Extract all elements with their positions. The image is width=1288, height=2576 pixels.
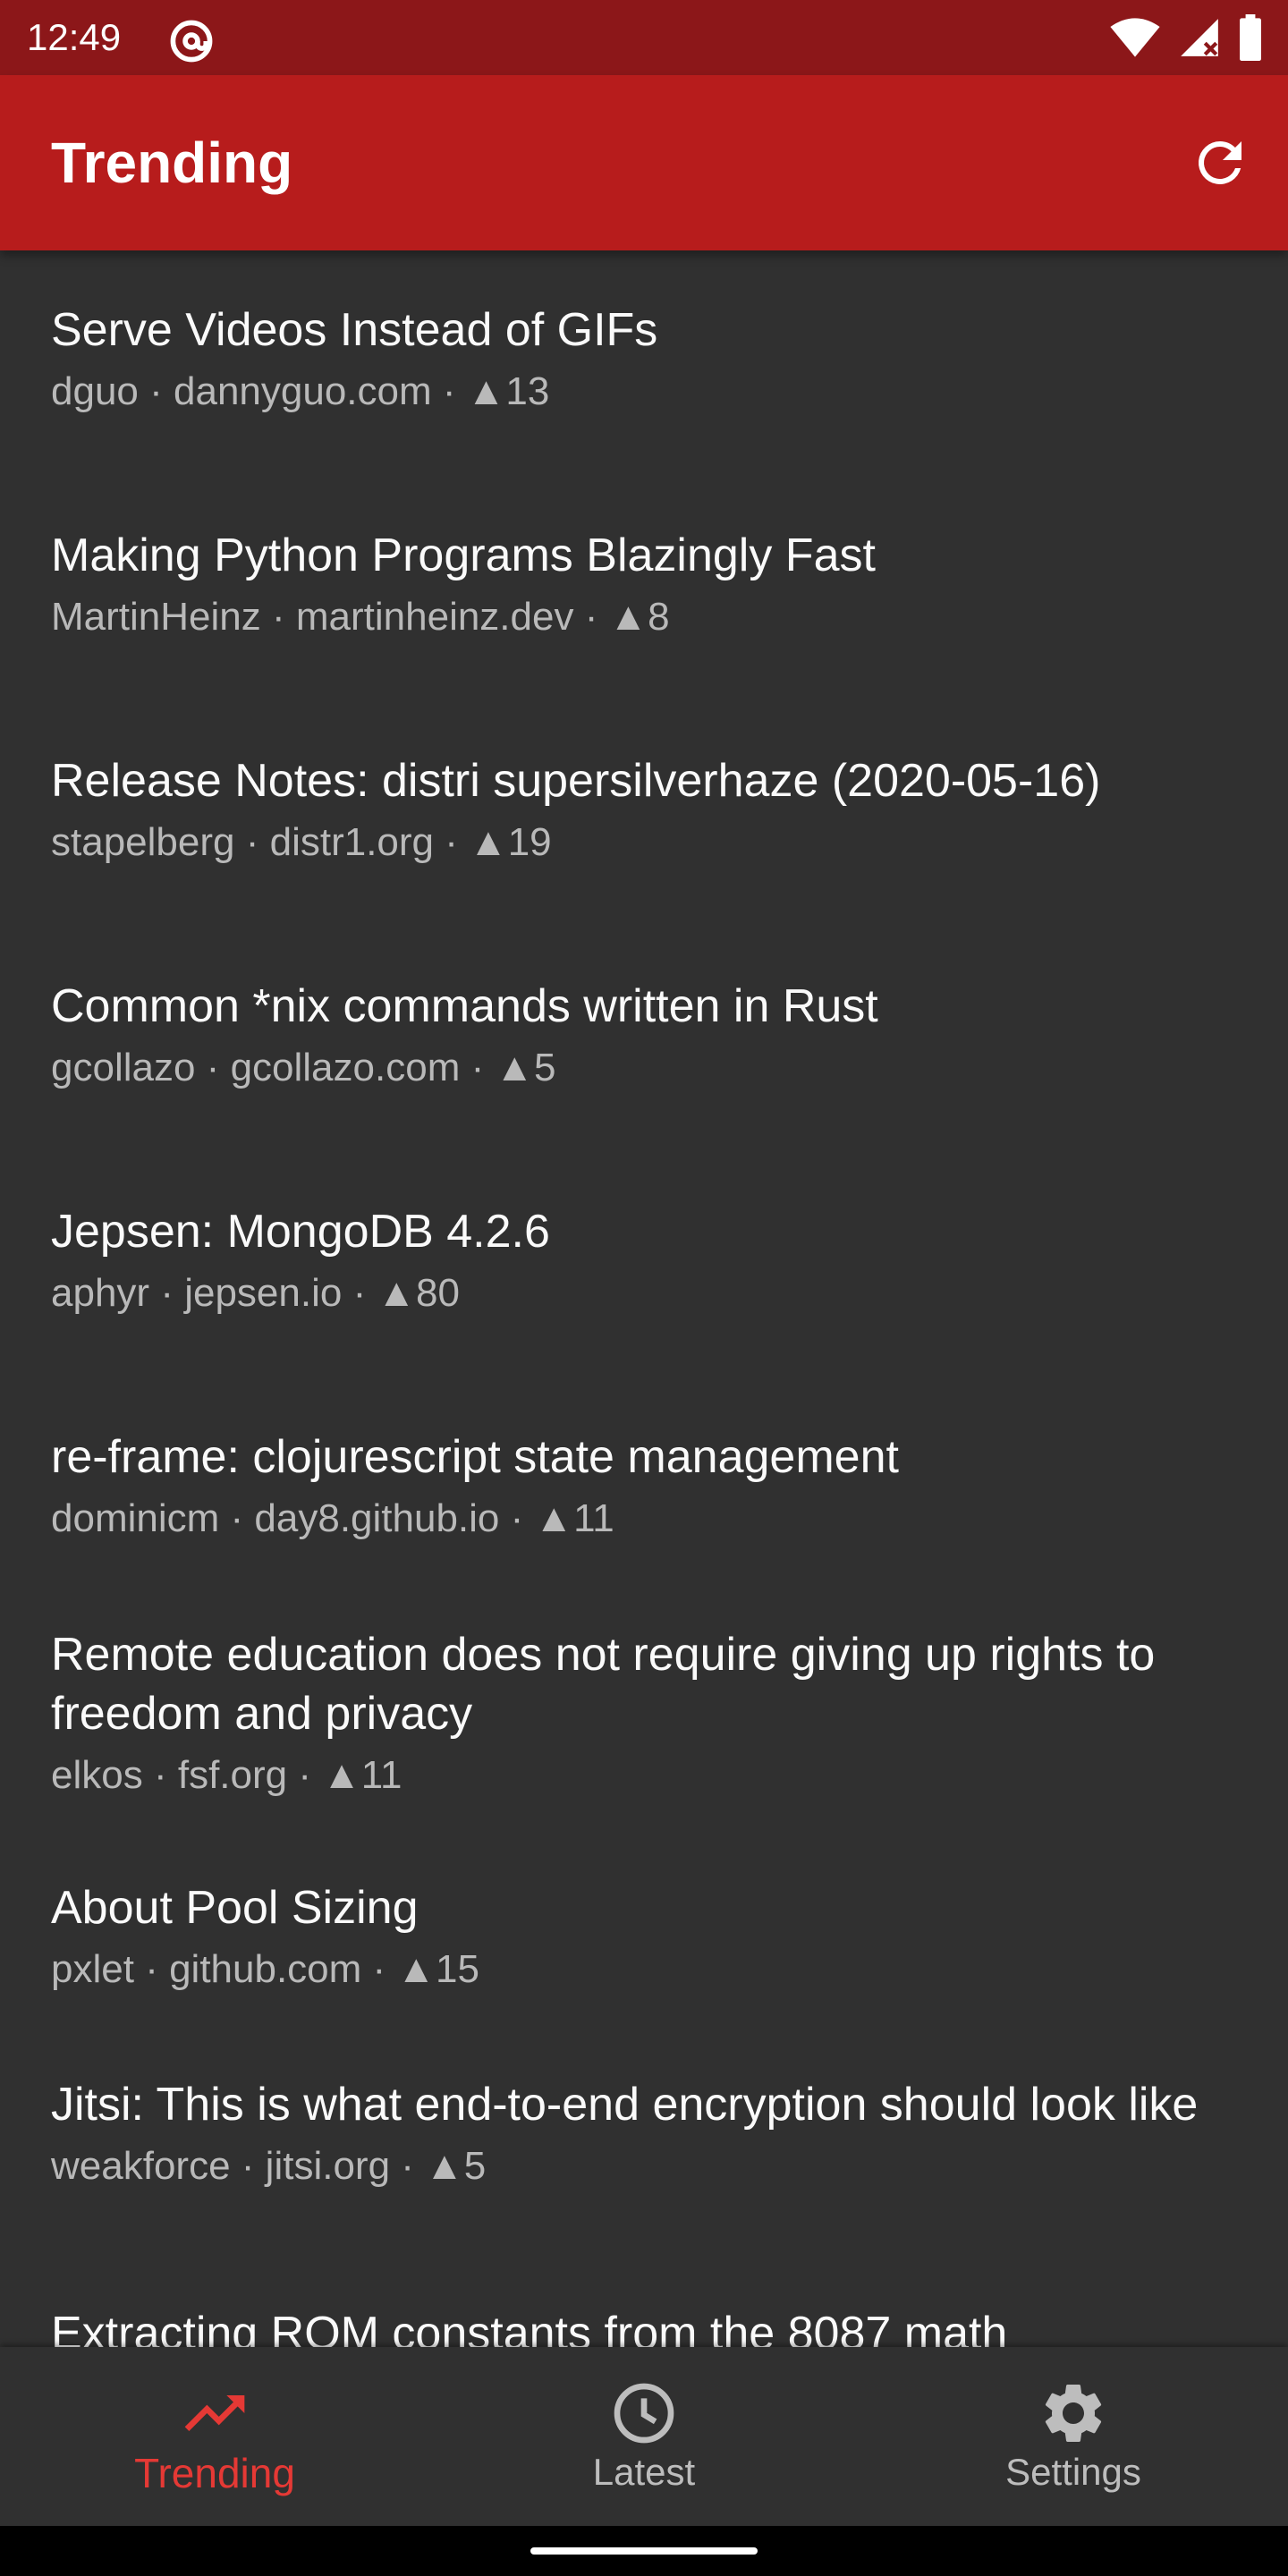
story-meta: pxlet · github.com · ▲15 [51, 1943, 1241, 1996]
bottom-navigation: Trending Latest Settings [0, 2347, 1288, 2526]
story-score: ▲80 [377, 1271, 460, 1315]
tab-latest[interactable]: Latest [429, 2347, 859, 2526]
story-meta: weakforce · jitsi.org · ▲5 [51, 2140, 1241, 2193]
story-title: Jepsen: MongoDB 4.2.6 [51, 1206, 550, 1258]
story-author: gcollazo [51, 1046, 196, 1089]
refresh-icon[interactable] [1188, 131, 1252, 195]
separator: · [153, 1753, 167, 1797]
trending-up-icon [184, 2395, 245, 2431]
list-item[interactable]: Common *nix commands written in Rust gco… [51, 977, 1241, 1095]
at-sign-icon [170, 20, 213, 63]
separator: · [145, 1947, 158, 1991]
story-meta: MartinHeinz · martinheinz.dev · ▲8 [51, 590, 1241, 644]
list-item[interactable]: Extracting ROM constants from the 8087 m… [51, 2304, 1241, 2347]
tab-label: Settings [1005, 2451, 1141, 2493]
signal-icon [1181, 19, 1218, 56]
story-title: Jitsi: This is what end-to-end encryptio… [51, 2079, 1199, 2131]
story-domain: gcollazo.com [230, 1046, 461, 1089]
separator: · [352, 1271, 367, 1315]
story-author: stapelberg [51, 820, 235, 864]
story-domain: fsf.org [177, 1753, 288, 1797]
story-author: weakforce [51, 2144, 231, 2188]
story-title: Extracting ROM constants from the 8087 m… [51, 2308, 1008, 2347]
story-meta: dominicm · day8.github.io · ▲11 [51, 1492, 1241, 1546]
story-score: ▲5 [495, 1046, 556, 1089]
separator: · [241, 2144, 255, 2188]
separator: · [510, 1496, 524, 1540]
separator: · [245, 820, 259, 864]
story-author: dguo [51, 369, 139, 413]
tab-label: Latest [592, 2451, 696, 2493]
separator: · [445, 820, 458, 864]
list-item[interactable]: Jitsi: This is what end-to-end encryptio… [51, 2075, 1241, 2193]
tab-label: Trending [134, 2450, 295, 2496]
story-title: Making Python Programs Blazingly Fast [51, 530, 876, 581]
list-item[interactable]: Making Python Programs Blazingly Fast Ma… [51, 526, 1241, 644]
story-domain: day8.github.io [254, 1496, 500, 1540]
tab-settings[interactable]: Settings [859, 2347, 1288, 2526]
separator: · [470, 1046, 485, 1089]
story-title: Serve Videos Instead of GIFs [51, 304, 658, 356]
system-nav-bar [0, 2526, 1288, 2576]
story-meta: aphyr · jepsen.io · ▲80 [51, 1267, 1241, 1320]
story-score: ▲8 [608, 595, 670, 639]
story-meta: elkos · fsf.org · ▲11 [51, 1749, 1241, 1802]
status-time: 12:49 [27, 16, 122, 58]
story-title: About Pool Sizing [51, 1882, 419, 1934]
separator: · [584, 595, 598, 639]
story-domain: github.com [169, 1947, 362, 1991]
separator: · [149, 369, 163, 413]
story-meta: gcollazo · gcollazo.com · ▲5 [51, 1041, 1241, 1095]
story-list: Serve Videos Instead of GIFs dguo · dann… [0, 250, 1288, 2347]
story-score: ▲11 [534, 1496, 614, 1540]
story-author: aphyr [51, 1271, 150, 1315]
separator: · [160, 1271, 174, 1315]
separator: · [401, 2144, 414, 2188]
story-meta: dguo · dannyguo.com · ▲13 [51, 365, 1241, 419]
gear-icon [1045, 2385, 1102, 2442]
wifi-icon [1110, 18, 1160, 57]
list-item[interactable]: Jepsen: MongoDB 4.2.6 aphyr · jepsen.io … [51, 1202, 1241, 1320]
story-author: dominicm [51, 1496, 220, 1540]
separator: · [206, 1046, 220, 1089]
story-score: ▲15 [396, 1947, 479, 1991]
clock-icon [614, 2383, 674, 2444]
tab-trending[interactable]: Trending [0, 2347, 429, 2526]
story-title: re-frame: clojurescript state management [51, 1431, 899, 1483]
story-score: ▲19 [469, 820, 552, 864]
battery-icon [1240, 14, 1261, 61]
separator: · [372, 1947, 386, 1991]
separator: · [298, 1753, 312, 1797]
separator: · [442, 369, 456, 413]
separator: · [271, 595, 285, 639]
list-item[interactable]: Release Notes: distri supersilverhaze (2… [51, 751, 1241, 869]
story-title: Remote education does not require giving… [51, 1629, 1156, 1740]
story-domain: martinheinz.dev [295, 595, 574, 639]
list-item[interactable]: Serve Videos Instead of GIFs dguo · dann… [51, 301, 1241, 419]
story-author: pxlet [51, 1947, 134, 1991]
story-score: ▲13 [466, 369, 550, 413]
story-domain: jepsen.io [184, 1271, 343, 1315]
story-domain: jitsi.org [265, 2144, 391, 2188]
home-gesture-handle[interactable] [530, 2547, 758, 2555]
story-score: ▲5 [425, 2144, 487, 2188]
status-bar: 12:49 [0, 0, 1288, 75]
list-item[interactable]: Remote education does not require giving… [51, 1625, 1241, 1802]
list-item[interactable]: About Pool Sizing pxlet · github.com · ▲… [51, 1878, 1241, 1996]
app-bar: Trending [0, 75, 1288, 250]
page-title: Trending [51, 131, 293, 195]
story-meta: stapelberg · distr1.org · ▲19 [51, 816, 1241, 869]
separator: · [230, 1496, 244, 1540]
story-author: elkos [51, 1753, 143, 1797]
list-item[interactable]: re-frame: clojurescript state management… [51, 1428, 1241, 1546]
story-title: Common *nix commands written in Rust [51, 980, 878, 1032]
story-domain: distr1.org [269, 820, 435, 864]
story-score: ▲11 [322, 1753, 402, 1797]
story-title: Release Notes: distri supersilverhaze (2… [51, 755, 1101, 807]
story-author: MartinHeinz [51, 595, 261, 639]
story-domain: dannyguo.com [174, 369, 432, 413]
